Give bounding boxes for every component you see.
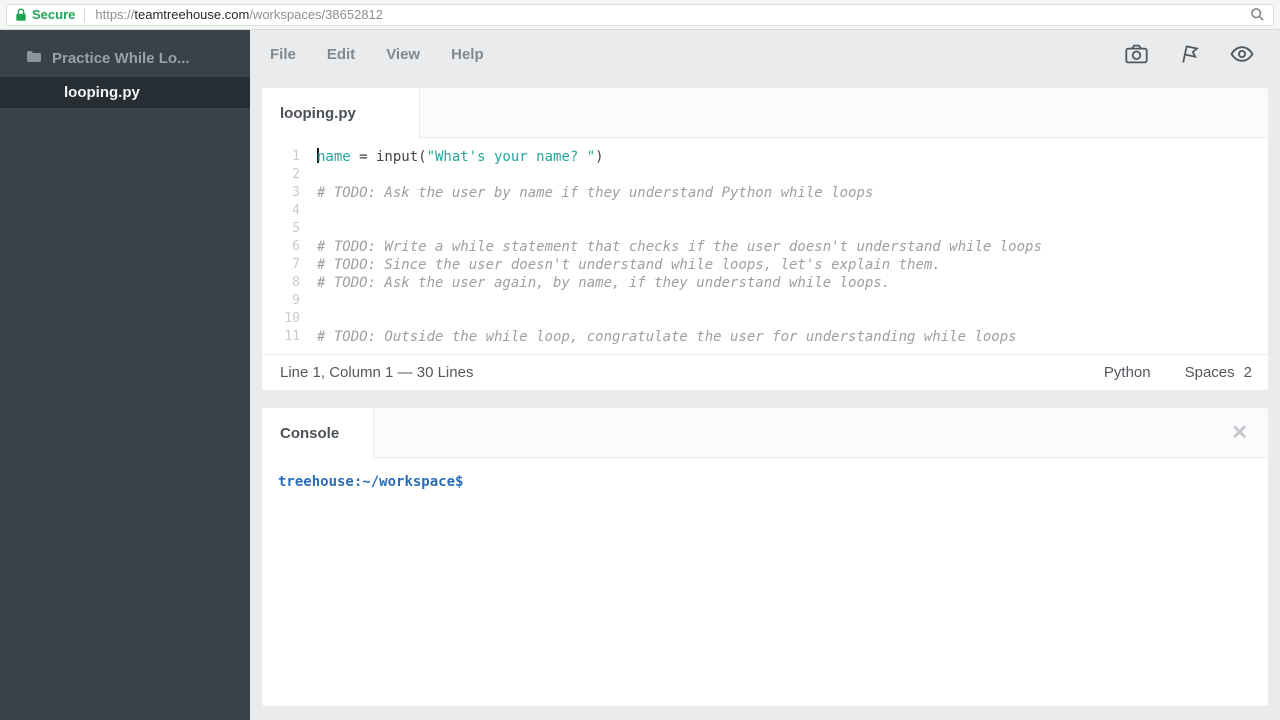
editor-panel: looping.py 1 name = input("What's your na… — [262, 88, 1268, 390]
line-content: # TODO: Ask the user again, by name, if … — [317, 274, 890, 292]
code-token-plain: = input( — [350, 149, 427, 165]
indent-indicator[interactable]: Spaces 2 — [1185, 364, 1252, 381]
line-number: 7 — [292, 257, 300, 272]
editor-statusbar: Line 1, Column 1 — 30 Lines Python Space… — [262, 354, 1268, 390]
url-text: https://teamtreehouse.com/workspaces/386… — [95, 7, 383, 22]
menu-help[interactable]: Help — [451, 46, 484, 63]
line-number: 9 — [292, 293, 300, 308]
code-token-comment: # TODO: Since the user doesn't understan… — [317, 257, 941, 273]
line-number: 4 — [292, 203, 300, 218]
prompt-path: ~/workspace — [362, 474, 456, 490]
editor-tabstrip: looping.py — [262, 88, 1268, 139]
line-number: 10 — [284, 311, 300, 326]
menu-edit[interactable]: Edit — [327, 46, 355, 63]
menu-view[interactable]: View — [386, 46, 420, 63]
lock-icon — [15, 8, 27, 22]
indent-value: 2 — [1243, 364, 1252, 381]
code-token-plain: ) — [595, 149, 604, 165]
line-content: # TODO: Write a while statement that che… — [317, 238, 1042, 256]
code-token-comment: # TODO: Ask the user by name if they und… — [317, 185, 874, 201]
line-number: 8 — [292, 275, 300, 290]
menu-bar: File Edit View Help — [262, 30, 1268, 78]
line-content: # TODO: Since the user doesn't understan… — [317, 256, 941, 274]
url-scheme: https:// — [95, 7, 135, 22]
code-token-comment: # TODO: Outside the while loop, congratu… — [317, 329, 1017, 345]
zoom-icon[interactable] — [1250, 7, 1265, 22]
file-name: looping.py — [64, 84, 140, 101]
code-line[interactable]: 6 # TODO: Write a while statement that ch… — [262, 238, 1268, 256]
folder-icon — [26, 50, 42, 67]
code-line[interactable]: 5 — [262, 220, 1268, 238]
fork-icon[interactable] — [1179, 44, 1199, 65]
cursor-position: Line 1, Column 1 — 30 Lines — [280, 364, 474, 381]
file-sidebar: Practice While Lo... looping.py — [0, 30, 250, 720]
code-editor[interactable]: 1 name = input("What's your name? ") 2 3 # T… — [262, 138, 1268, 354]
line-number: 11 — [284, 329, 300, 344]
prompt-symbol: $ — [455, 474, 464, 490]
menu-file[interactable]: File — [270, 46, 296, 63]
indent-label: Spaces — [1184, 364, 1235, 381]
code-line[interactable]: 11 # TODO: Outside the while loop, congra… — [262, 328, 1268, 346]
workspace-header[interactable]: Practice While Lo... — [0, 43, 250, 73]
url-domain: teamtreehouse.com — [134, 7, 250, 22]
console-output[interactable]: treehouse:~/workspace$ — [262, 458, 1268, 506]
code-line[interactable]: 9 — [262, 292, 1268, 310]
code-line[interactable]: 7 # TODO: Since the user doesn't understa… — [262, 256, 1268, 274]
url-separator — [84, 7, 86, 22]
code-line[interactable]: 10 — [262, 310, 1268, 328]
code-line[interactable]: 8 # TODO: Ask the user again, by name, if… — [262, 274, 1268, 292]
line-number: 6 — [292, 239, 300, 254]
code-line[interactable]: 2 — [262, 166, 1268, 184]
browser-chrome: Secure https://teamtreehouse.com/workspa… — [0, 0, 1280, 30]
url-bar[interactable]: Secure https://teamtreehouse.com/workspa… — [6, 3, 1274, 26]
line-content: # TODO: Outside the while loop, congratu… — [317, 328, 1017, 346]
console-tabstrip: Console ✕ — [262, 408, 1268, 459]
line-number: 5 — [292, 221, 300, 236]
code-token-comment: # TODO: Ask the user again, by name, if … — [317, 275, 891, 291]
code-token-string: "What's your name? " — [426, 149, 596, 165]
camera-icon[interactable] — [1125, 44, 1148, 64]
close-icon[interactable]: ✕ — [1231, 420, 1248, 445]
line-number: 3 — [292, 185, 300, 200]
line-content: name = input("What's your name? ") — [317, 148, 604, 166]
code-line[interactable]: 1 name = input("What's your name? ") — [262, 148, 1268, 166]
url-path: /workspaces/38652812 — [249, 7, 384, 22]
secure-label: Secure — [32, 7, 76, 22]
code-lines: 1 name = input("What's your name? ") 2 3 # T… — [262, 148, 1268, 346]
code-token-comment: # TODO: Write a while statement that che… — [317, 239, 1042, 255]
eye-icon[interactable] — [1230, 46, 1254, 62]
code-line[interactable]: 4 — [262, 202, 1268, 220]
code-token-variable: name — [317, 149, 351, 165]
code-line[interactable]: 3 # TODO: Ask the user by name if they un… — [262, 184, 1268, 202]
prompt-user: treehouse — [278, 474, 354, 490]
sidebar-item-looping-py[interactable]: looping.py — [0, 77, 250, 108]
tab-looping-py[interactable]: looping.py — [262, 88, 420, 139]
line-number: 1 — [292, 149, 300, 164]
line-content: # TODO: Ask the user by name if they und… — [317, 184, 873, 202]
terminal-prompt: treehouse:~/workspace$ — [278, 474, 1252, 490]
tab-console[interactable]: Console — [262, 408, 374, 459]
workspace-name: Practice While Lo... — [52, 49, 190, 67]
console-panel: Console ✕ treehouse:~/workspace$ — [262, 408, 1268, 706]
line-number: 2 — [292, 167, 300, 182]
language-indicator[interactable]: Python — [1104, 364, 1151, 381]
